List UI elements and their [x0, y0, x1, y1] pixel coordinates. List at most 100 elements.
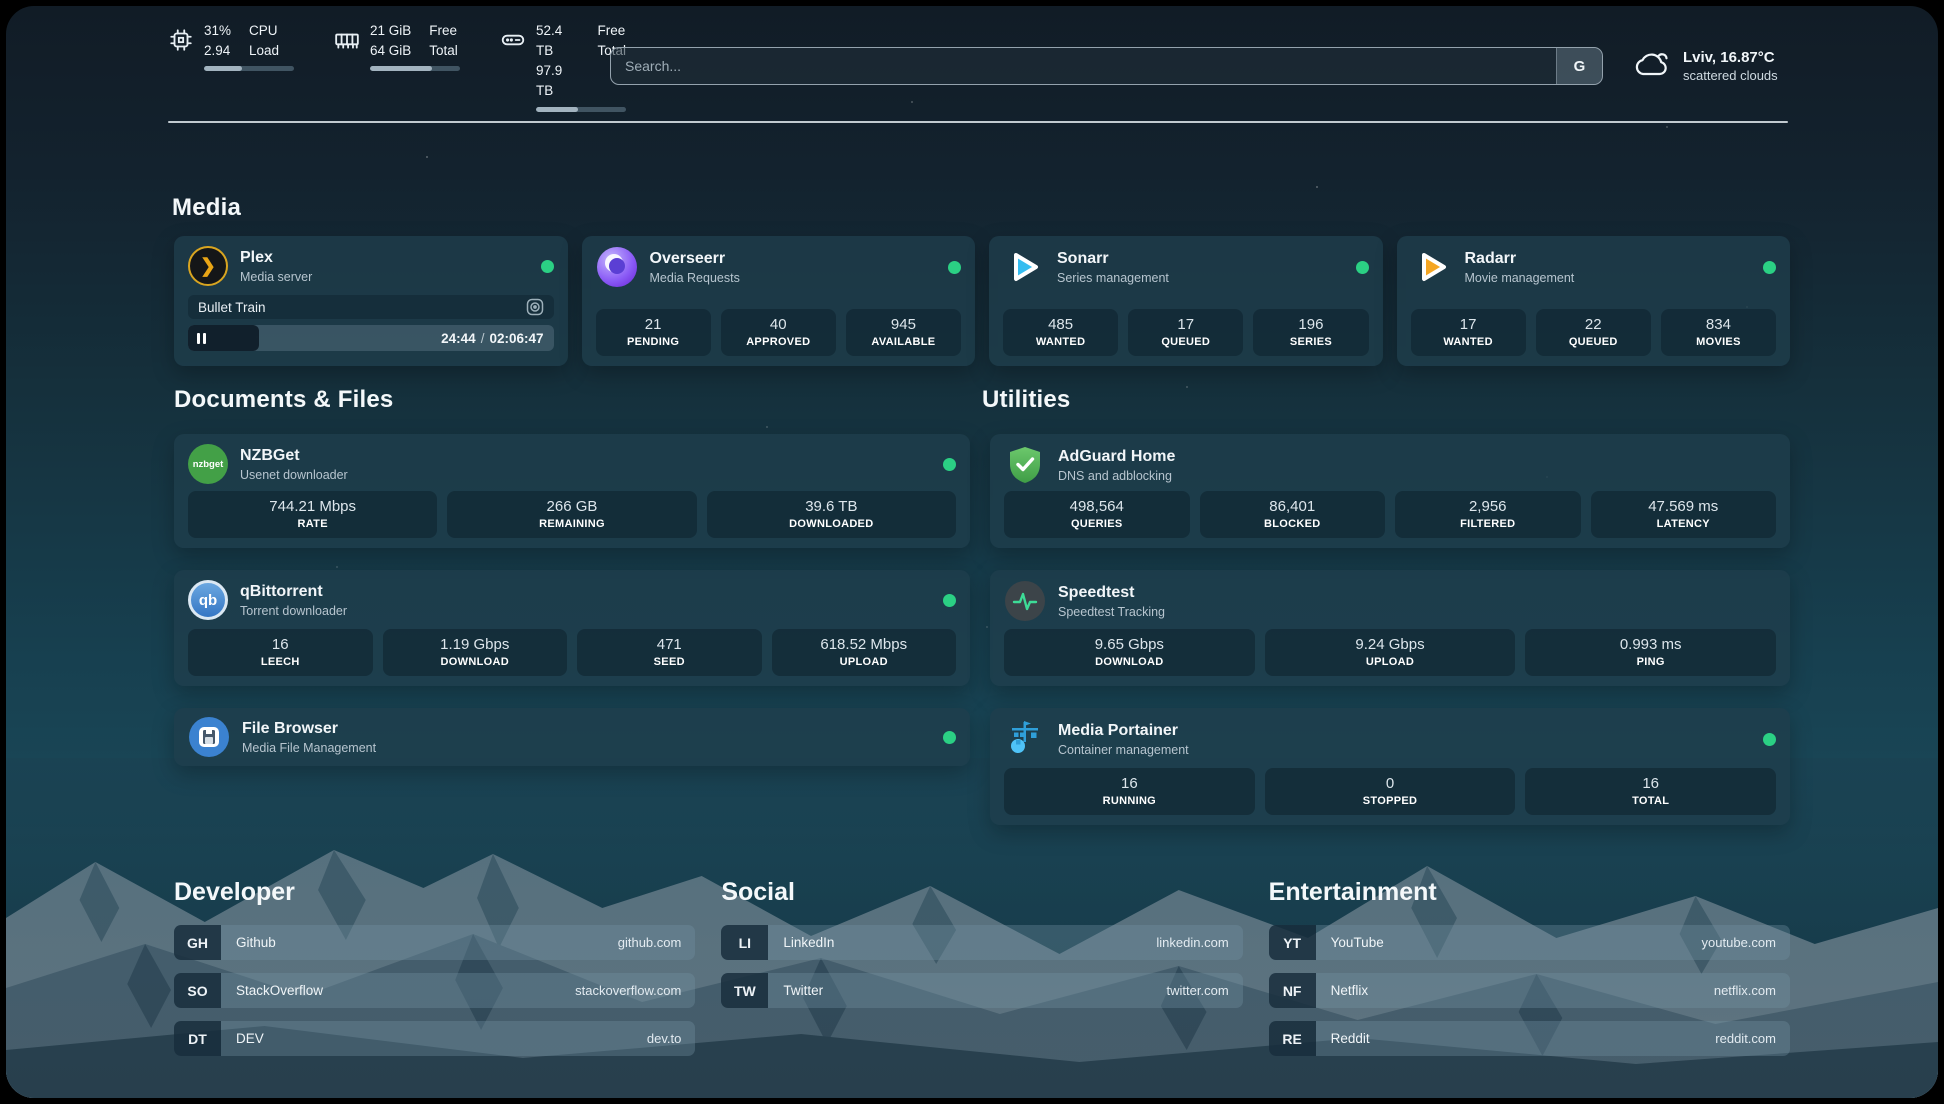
media-card-grid: ❯ Plex Media server Bullet Train [174, 236, 1790, 366]
stat-value: 0 [1271, 775, 1510, 792]
stat-row: 16RUNNING0STOPPED16TOTAL [1004, 768, 1776, 815]
section-title-entertainment: Entertainment [1269, 878, 1790, 907]
app-name: Sonarr [1057, 249, 1169, 270]
search-input[interactable] [611, 48, 1556, 84]
search-bar: G [610, 47, 1603, 85]
stat-box: 22QUEUED [1536, 309, 1651, 356]
bookmark-url: netflix.com [1714, 983, 1790, 998]
filebrowser-icon [188, 716, 230, 758]
qbittorrent-icon: qb [188, 580, 228, 620]
now-playing-title: Bullet Train [198, 300, 266, 315]
stat-box: 2,956FILTERED [1395, 491, 1581, 538]
section-title-social: Social [721, 878, 1242, 907]
pause-icon[interactable] [197, 333, 206, 344]
stat-box: 196SERIES [1253, 309, 1368, 356]
stat-value: 485 [1009, 316, 1112, 333]
cpu-icon [168, 27, 194, 58]
bookmark-row[interactable]: YTYouTubeyoutube.com [1269, 925, 1790, 960]
app-name: Overseerr [650, 249, 740, 270]
bookmark-row[interactable]: SOStackOverflow stackoverflow.com [174, 973, 695, 1008]
stat-box: 945AVAILABLE [846, 309, 961, 356]
stat-label: DOWNLOAD [1010, 656, 1249, 668]
stat-box: 744.21 MbpsRATE [188, 491, 437, 538]
bookmark-row[interactable]: DTDEVdev.to [174, 1021, 695, 1056]
stat-value: 471 [583, 636, 756, 653]
app-name: NZBGet [240, 446, 348, 467]
weather-condition: scattered clouds [1683, 68, 1778, 83]
adguard-card[interactable]: AdGuard Home DNS and adblocking 498,564Q… [990, 434, 1790, 548]
playback-time: 24:44 / 02:06:47 [441, 331, 553, 346]
bookmark-row[interactable]: LILinkedInlinkedin.com [721, 925, 1242, 960]
bookmark-url: stackoverflow.com [575, 983, 695, 998]
plex-card[interactable]: ❯ Plex Media server Bullet Train [174, 236, 568, 366]
bookmark-name: DEV [221, 1031, 264, 1046]
disk-free-value: 52.4 TB [536, 21, 579, 62]
stat-value: 0.993 ms [1531, 636, 1770, 653]
stat-label: SEED [583, 656, 756, 668]
cpu-load-value: 2.94 [204, 41, 231, 61]
bookmark-abbr: TW [721, 973, 768, 1008]
disk-stat: 52.4 TB 97.9 TB Free Total [500, 21, 626, 112]
playback-progress-bar: 24:44 / 02:06:47 [188, 325, 554, 351]
stat-value: 16 [194, 636, 367, 653]
bookmark-row[interactable]: RERedditreddit.com [1269, 1021, 1790, 1056]
stat-label: SERIES [1259, 336, 1362, 348]
memory-icon [334, 27, 360, 58]
stat-label: LEECH [194, 656, 367, 668]
developer-group: Developer GHGithubgithub.com SOStackOverf… [174, 878, 695, 1056]
nzbget-card[interactable]: nzbget NZBGet Usenet downloader 744.21 M… [174, 434, 970, 548]
sonarr-card[interactable]: Sonarr Series management 485WANTED17QUEU… [989, 236, 1383, 366]
stat-value: 86,401 [1206, 498, 1380, 515]
portainer-icon [1004, 718, 1046, 760]
elapsed-time: 24:44 [441, 331, 476, 346]
app-description: Media File Management [242, 741, 376, 755]
app-name: qBittorrent [240, 582, 347, 603]
section-title-developer: Developer [174, 878, 695, 907]
bookmark-abbr: SO [174, 973, 221, 1008]
bookmark-name: Reddit [1316, 1031, 1370, 1046]
search-engine-button[interactable]: G [1556, 48, 1602, 84]
filebrowser-card[interactable]: File Browser Media File Management [174, 708, 970, 766]
bookmark-row[interactable]: NFNetflixnetflix.com [1269, 973, 1790, 1008]
cloud-icon [1631, 47, 1671, 86]
bookmark-url: dev.to [647, 1031, 695, 1046]
now-playing-icon [526, 298, 544, 316]
speedtest-card[interactable]: Speedtest Speedtest Tracking 9.65 GbpsDO… [990, 570, 1790, 686]
stat-label: TOTAL [1531, 795, 1770, 807]
disk-free-label: Free [597, 21, 626, 41]
bookmark-url: youtube.com [1702, 935, 1790, 950]
bookmark-name: Twitter [768, 983, 823, 998]
bookmark-name: YouTube [1316, 935, 1384, 950]
weather-widget: Lviv, 16.87°C scattered clouds [1631, 47, 1778, 86]
cpu-load-label: Load [249, 41, 279, 61]
stat-value: 498,564 [1010, 498, 1184, 515]
bookmark-row[interactable]: TWTwitter twitter.com [721, 973, 1242, 1008]
stat-value: 834 [1667, 316, 1770, 333]
stat-label: DOWNLOADED [713, 518, 950, 530]
bookmark-name: StackOverflow [221, 983, 323, 998]
bookmark-name: LinkedIn [768, 935, 834, 950]
qbittorrent-card[interactable]: qb qBittorrent Torrent downloader 16LEEC… [174, 570, 970, 686]
stat-box: 0STOPPED [1265, 768, 1516, 815]
stat-label: RUNNING [1010, 795, 1249, 807]
stat-box: 16RUNNING [1004, 768, 1255, 815]
stat-row: 21PENDING40APPROVED945AVAILABLE [596, 309, 962, 356]
memory-free-value: 21 GiB [370, 21, 411, 41]
stat-label: QUERIES [1010, 518, 1184, 530]
bookmark-row[interactable]: GHGithubgithub.com [174, 925, 695, 960]
overseerr-card[interactable]: Overseerr Media Requests 21PENDING40APPR… [582, 236, 976, 366]
radarr-card[interactable]: Radarr Movie management 17WANTED22QUEUED… [1397, 236, 1791, 366]
memory-total-label: Total [429, 41, 458, 61]
stat-box: 40APPROVED [721, 309, 836, 356]
bookmark-name: Netflix [1316, 983, 1369, 998]
utilities-column: AdGuard Home DNS and adblocking 498,564Q… [990, 434, 1790, 825]
stat-box: 1.19 GbpsDOWNLOAD [383, 629, 568, 676]
stat-value: 17 [1417, 316, 1520, 333]
total-time: 02:06:47 [489, 331, 543, 346]
nzbget-icon: nzbget [188, 444, 228, 484]
stat-label: REMAINING [453, 518, 690, 530]
app-name: Media Portainer [1058, 721, 1189, 742]
bookmark-url: twitter.com [1167, 983, 1243, 998]
cpu-usage-value: 31% [204, 21, 231, 41]
portainer-card[interactable]: Media Portainer Container management 16R… [990, 708, 1790, 825]
